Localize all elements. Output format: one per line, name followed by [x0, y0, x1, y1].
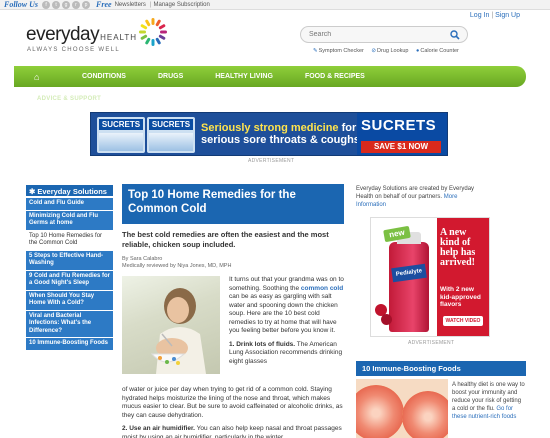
product-box-image: SUCRETS	[97, 117, 145, 153]
sidebar-item-stay-home[interactable]: When Should You Stay Home With a Cold?	[26, 290, 113, 311]
pedialyte-ad-panel: A new kind of help has arrived! With 2 n…	[437, 218, 489, 336]
calorie-counter-link[interactable]: ●Calorie Counter	[416, 48, 459, 54]
grapefruit-half	[402, 391, 448, 438]
advertisement-label: ADVERTISEMENT	[248, 158, 295, 164]
cherry-image	[381, 314, 392, 325]
nav-healthy-living[interactable]: HEALTHY LIVING	[215, 73, 273, 80]
article-title: Top 10 Home Remedies for the Common Cold	[122, 184, 344, 224]
remedy-2-title: 2. Use an air humidifier.	[122, 425, 195, 432]
remedy-1-text-end: of water or juice per day when trying to…	[122, 386, 343, 419]
drug-lookup-label: Drug Lookup	[377, 48, 409, 54]
save-now-button[interactable]: SAVE $1 NOW	[361, 141, 441, 153]
logo-flower-icon	[139, 18, 167, 46]
manage-subscription-link[interactable]: Manage Subscription	[153, 2, 209, 8]
sidebar-item-immune-foods[interactable]: 10 Immune-Boosting Foods	[26, 338, 113, 351]
product-box-art	[149, 133, 193, 151]
top-utility-bar: Follow Us f t g r p Free Newsletters | M…	[0, 0, 550, 10]
sidebar-item-top-10-remedies[interactable]: Top 10 Home Remedies for the Common Cold	[26, 230, 113, 251]
product-box-brand: SUCRETS	[99, 119, 143, 130]
right-column: Everyday Solutions are created by Everyd…	[356, 185, 526, 438]
partner-note: Everyday Solutions are created by Everyd…	[356, 185, 484, 209]
ad-headline-for: for	[338, 122, 357, 134]
health-tools: ✎Symptom Checker ⊘Drug Lookup ●Calorie C…	[313, 48, 465, 54]
symptom-checker-icon: ✎	[313, 48, 318, 54]
ad-headline: Seriously strong medicine for serious so…	[201, 122, 363, 146]
ad-headline-highlight: Seriously strong medicine	[201, 122, 339, 134]
advertisement-label: ADVERTISEMENT	[408, 340, 455, 346]
woman-illustration	[150, 288, 206, 374]
common-cold-link[interactable]: common cold	[301, 285, 343, 292]
immune-foods-module: 10 Immune-Boosting Foods A healthy diet …	[356, 361, 526, 438]
drug-lookup-link[interactable]: ⊘Drug Lookup	[371, 48, 408, 54]
search-input[interactable]	[301, 27, 441, 42]
googleplus-icon[interactable]: g	[62, 0, 71, 9]
user-links: Log In | Sign Up	[470, 12, 520, 19]
sidebar-item-cold-flu-guide[interactable]: Cold and Flu Guide	[26, 198, 113, 211]
login-link[interactable]: Log In	[470, 12, 489, 19]
pill-icon: ⊘	[371, 48, 376, 54]
product-box-image: SUCRETS	[147, 117, 195, 153]
newsletters-link[interactable]: Newsletters	[115, 2, 146, 8]
pinterest-icon[interactable]: p	[82, 0, 91, 9]
logo-health: HEALTH	[100, 33, 138, 42]
signup-link[interactable]: Sign Up	[495, 12, 520, 19]
grapefruit-image[interactable]	[356, 379, 448, 438]
watch-video-button[interactable]: WATCH VIDEO	[443, 316, 483, 326]
product-box-brand: SUCRETS	[149, 119, 193, 130]
banner-ad[interactable]: SUCRETS SUCRETS Seriously strong medicin…	[90, 112, 448, 156]
medical-reviewer: Medically reviewed by Niya Jones, MD, MP…	[122, 263, 232, 269]
immune-foods-text: A healthy diet is one way to boost your …	[452, 381, 526, 421]
article-byline: By Sara Calabro Medically reviewed by Ni…	[122, 256, 344, 270]
immune-foods-heading[interactable]: 10 Immune-Boosting Foods	[356, 361, 526, 376]
pedialyte-ad[interactable]: Pedialyte new A new kind of help has arr…	[370, 217, 490, 337]
pedialyte-bottle-image: Pedialyte	[389, 232, 429, 332]
facebook-icon[interactable]: f	[42, 0, 51, 9]
product-box-art	[99, 133, 143, 151]
author: By Sara Calabro	[122, 256, 163, 262]
sidebar-item-viral-bacterial[interactable]: Viral and Bacterial Infections: What's t…	[26, 310, 113, 338]
ad-brand-panel: SUCRETS SAVE $1 NOW	[357, 113, 447, 155]
immune-foods-description: A healthy diet is one way to boost your …	[452, 382, 525, 412]
woman-with-soup-photo	[122, 276, 220, 374]
logo-tagline: ALWAYS CHOOSE WELL	[27, 47, 120, 53]
nav-food-recipes[interactable]: FOOD & RECIPES	[305, 73, 365, 80]
ad-headline-line2: serious sore throats & coughs.	[201, 134, 363, 146]
remedy-1-title: 1. Drink lots of fluids.	[229, 340, 296, 348]
nav-advice-support[interactable]: ADVICE & SUPPORT	[37, 96, 101, 102]
sidebar-heading: ✱ Everyday Solutions	[26, 185, 113, 198]
site-logo[interactable]: everydayHEALTH ALWAYS CHOOSE WELL	[26, 24, 138, 53]
home-icon[interactable]: ⌂	[34, 72, 50, 82]
main-nav: ⌂ CONDITIONS DRUGS HEALTHY LIVING FOOD &…	[14, 66, 526, 87]
article-body-intro: It turns out that your grandma was on to…	[229, 276, 344, 366]
sidebar-item-hand-washing[interactable]: 5 Steps to Effective Hand-Washing	[26, 250, 113, 271]
search-box	[300, 26, 468, 43]
bottle-label: Pedialyte	[391, 263, 427, 283]
article-deck: The best cold remedies are often the eas…	[122, 230, 329, 249]
symptom-checker-label: Symptom Checker	[318, 48, 364, 54]
calorie-counter-label: Calorie Counter	[420, 48, 459, 54]
article-body-full: of water or juice per day when trying to…	[122, 386, 344, 438]
article: Top 10 Home Remedies for the Common Cold…	[122, 184, 344, 438]
free-label: Free	[96, 0, 112, 9]
nav-conditions[interactable]: CONDITIONS	[82, 73, 126, 80]
everyday-solutions-sidebar: ✱ Everyday Solutions Cold and Flu Guide …	[26, 185, 113, 351]
logo-wordmark: everyday	[26, 24, 100, 45]
calorie-icon: ●	[416, 48, 420, 54]
sidebar-heading-label: Everyday Solutions	[37, 187, 107, 196]
pedialyte-headline: A new kind of help has arrived!	[440, 227, 476, 268]
twitter-icon[interactable]: t	[52, 0, 61, 9]
paragraph-1-end: can be as easy as gargling with salt wat…	[229, 293, 338, 334]
divider: |	[149, 1, 152, 8]
search-icon[interactable]	[450, 30, 460, 40]
rss-icon[interactable]: r	[72, 0, 81, 9]
sidebar-item-sleep-remedies[interactable]: 9 Cold and Flu Remedies for a Good Night…	[26, 270, 113, 291]
follow-us-label: Follow Us	[4, 0, 39, 9]
sidebar-item-minimizing-germs[interactable]: Minimizing Cold and Flu Germs at home	[26, 210, 113, 231]
ad-brand-name: SUCRETS	[361, 117, 437, 134]
grapefruit-half	[356, 385, 404, 438]
nav-drugs[interactable]: DRUGS	[158, 73, 183, 80]
pedialyte-subhead: With 2 new kid-approved flavors	[440, 286, 481, 308]
symptom-checker-link[interactable]: ✎Symptom Checker	[313, 48, 364, 54]
